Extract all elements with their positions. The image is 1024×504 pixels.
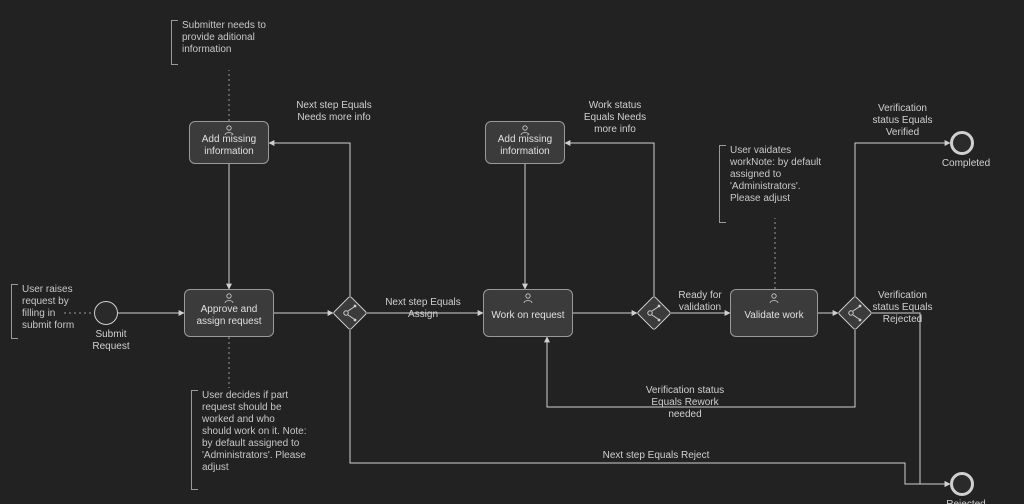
bpmn-canvas: { "events": { "start": { "label": "Submi… (0, 0, 1024, 504)
task-work[interactable]: Work on request (483, 289, 573, 337)
task-validate[interactable]: Validate work (730, 289, 818, 337)
task-add-missing-2[interactable]: Add missing information (485, 121, 565, 164)
edge-label-g1-needs-info: Next step Equals Needs more info (296, 100, 372, 124)
note-approve: User decides if part request should be w… (196, 390, 307, 490)
person-icon (769, 293, 779, 306)
edge-label-g1-reject: Next step Equals Reject (596, 450, 716, 462)
end-event-completed[interactable] (950, 131, 974, 155)
edge-label-g2-needs-info: Work status Equals Needs more info (575, 100, 655, 136)
task-label: Work on request (491, 310, 564, 322)
start-event-label: Submit Request (86, 329, 136, 353)
person-icon (224, 293, 234, 306)
note-text: User raises request by filling in submit… (22, 284, 74, 331)
person-icon (520, 125, 530, 138)
start-event[interactable] (94, 301, 118, 325)
edge-label-g3-rework: Verification status Equals Rework needed (645, 385, 725, 421)
note-text: Submitter needs to provide aditional inf… (182, 20, 266, 55)
note-validate: User vaidates workNote: by default assig… (724, 145, 830, 223)
task-approve[interactable]: Approve and assign request (184, 289, 274, 337)
edge-label-g2-ready: Ready for validation (670, 290, 730, 314)
person-icon (523, 293, 533, 306)
note-text: User decides if part request should be w… (202, 390, 307, 473)
gateway-1[interactable] (333, 296, 367, 330)
end-event-rejected[interactable] (950, 472, 974, 496)
task-add-missing-1[interactable]: Add missing information (189, 121, 269, 164)
note-text: User vaidates workNote: by default assig… (730, 145, 821, 204)
end-event-completed-label: Completed (936, 158, 996, 170)
note-start: User raises request by filling in submit… (16, 284, 80, 339)
flow-g1-addmiss1 (269, 143, 350, 296)
gateway-2[interactable] (637, 296, 671, 330)
task-label: Approve and assign request (191, 304, 267, 328)
edge-label-g3-rejected: Verification status Equals Rejected (865, 290, 940, 326)
end-event-rejected-label: Rejected (936, 499, 996, 504)
flow-g3-rejected (872, 313, 950, 484)
note-add-missing-1: Submitter needs to provide aditional inf… (176, 20, 287, 65)
edge-label-g3-verified: Verification status Equals Verified (865, 103, 940, 139)
flow-overlay (0, 0, 1024, 504)
task-label: Validate work (744, 310, 803, 322)
edge-label-g1-assign: Next step Equals Assign (383, 297, 463, 321)
flow-g2-addmiss2 (565, 143, 654, 296)
person-icon (224, 125, 234, 138)
